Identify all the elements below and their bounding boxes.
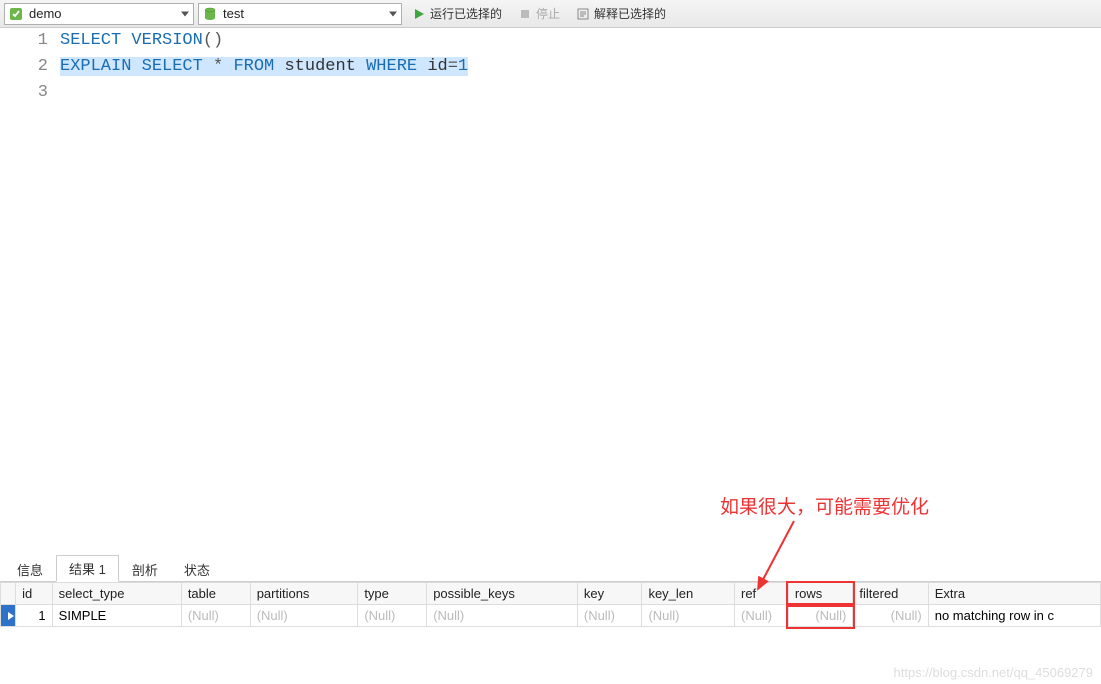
explain-label: 解释已选择的 [594,5,666,22]
stop-label: 停止 [536,5,560,22]
sql-editor[interactable]: 123 SELECT VERSION()EXPLAIN SELECT * FRO… [0,28,1101,558]
cell-partitions[interactable]: (Null) [250,605,358,627]
col-possible_keys[interactable]: possible_keys [427,583,578,605]
cell-type[interactable]: (Null) [358,605,427,627]
col-key[interactable]: key [577,583,642,605]
chevron-down-icon [181,11,189,16]
code-line: EXPLAIN SELECT * FROM student WHERE id=1 [60,54,1101,80]
col-rows[interactable]: rows [788,583,853,605]
database-icon [201,5,219,23]
result-tabs: 信息结果 1剖析状态 [0,558,1101,582]
col-key_len[interactable]: key_len [642,583,735,605]
play-icon [412,7,426,21]
col-id[interactable]: id [16,583,53,605]
result-grid: idselect_typetablepartitionstypepossible… [0,582,1101,627]
col-type[interactable]: type [358,583,427,605]
col-select_type[interactable]: select_type [52,583,181,605]
row-marker-icon [1,605,16,627]
cell-id[interactable]: 1 [16,605,53,627]
col-Extra[interactable]: Extra [928,583,1100,605]
col-table[interactable]: table [181,583,250,605]
editor-code[interactable]: SELECT VERSION()EXPLAIN SELECT * FROM st… [60,28,1101,558]
tab-0[interactable]: 信息 [4,556,56,582]
annotation-text: 如果很大，可能需要优化 [720,492,929,519]
connection-combo[interactable]: demo [4,3,194,25]
cell-key[interactable]: (Null) [577,605,642,627]
database-combo[interactable]: test [198,3,402,25]
tab-3[interactable]: 状态 [171,556,223,582]
cell-rows[interactable]: (Null) [788,605,853,627]
cell-possible_keys[interactable]: (Null) [427,605,578,627]
cell-select_type[interactable]: SIMPLE [52,605,181,627]
grid-header-row: idselect_typetablepartitionstypepossible… [1,583,1101,605]
watermark: https://blog.csdn.net/qq_45069279 [894,665,1094,680]
run-button[interactable]: 运行已选择的 [406,3,508,25]
run-label: 运行已选择的 [430,5,502,22]
connection-label: demo [25,6,92,21]
database-label: test [219,6,274,21]
cell-key_len[interactable]: (Null) [642,605,735,627]
table-row[interactable]: 1SIMPLE(Null)(Null)(Null)(Null)(Null)(Nu… [1,605,1101,627]
stop-icon [518,7,532,21]
chevron-down-icon [389,11,397,16]
cell-Extra[interactable]: no matching row in c [928,605,1100,627]
col-filtered[interactable]: filtered [853,583,928,605]
toolbar: demo test 运行已选择的 停止 解释已选择的 [0,0,1101,28]
cell-table[interactable]: (Null) [181,605,250,627]
stop-button[interactable]: 停止 [512,3,566,25]
tab-1[interactable]: 结果 1 [56,555,119,582]
tab-2[interactable]: 剖析 [119,556,171,582]
connection-icon [7,5,25,23]
cell-filtered[interactable]: (Null) [853,605,928,627]
explain-button[interactable]: 解释已选择的 [570,3,672,25]
col-ref[interactable]: ref [735,583,789,605]
col-partitions[interactable]: partitions [250,583,358,605]
editor-gutter: 123 [0,28,60,558]
code-line: SELECT VERSION() [60,28,1101,54]
explain-icon [576,7,590,21]
cell-ref[interactable]: (Null) [735,605,789,627]
